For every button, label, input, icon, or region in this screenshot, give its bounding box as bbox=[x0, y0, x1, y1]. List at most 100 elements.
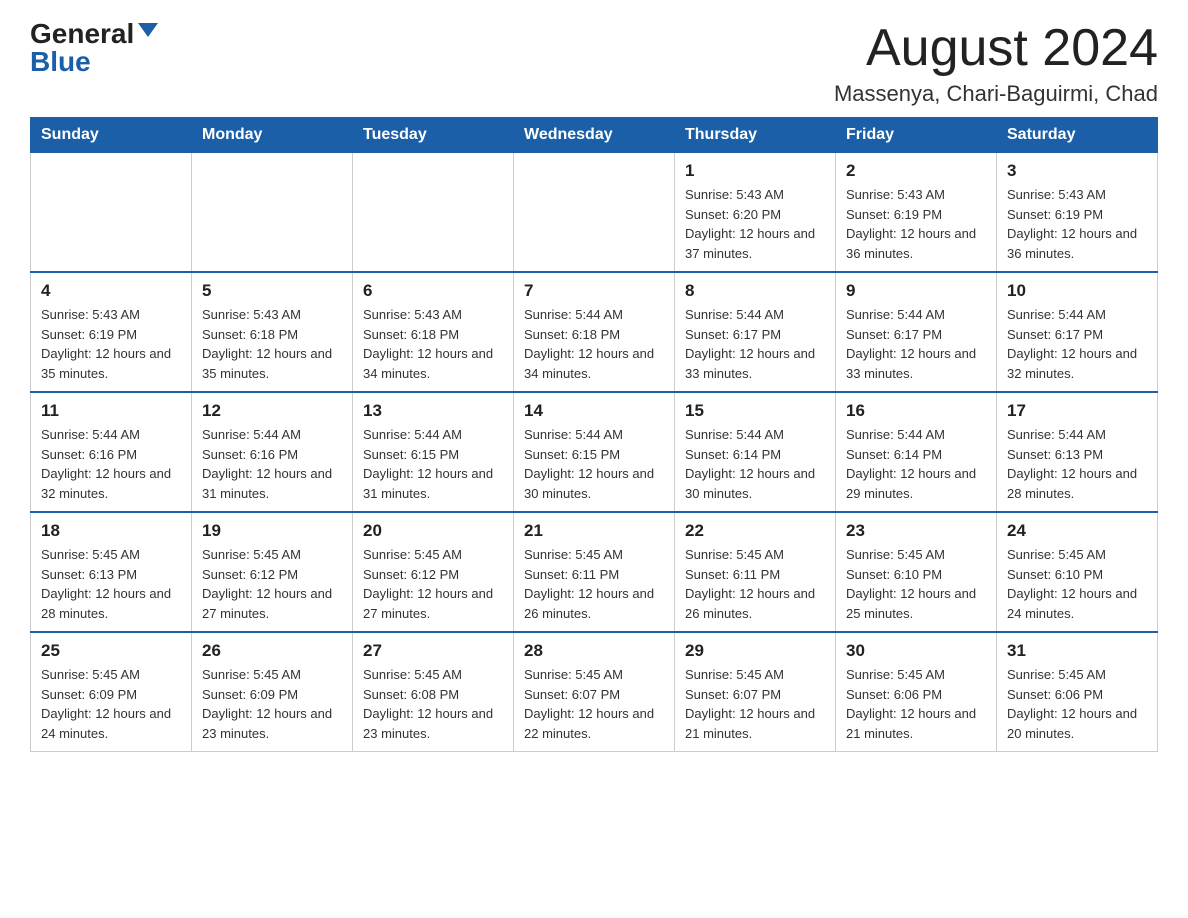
day-number: 26 bbox=[202, 641, 342, 661]
day-number: 19 bbox=[202, 521, 342, 541]
calendar-cell: 21 Sunrise: 5:45 AMSunset: 6:11 PMDayligh… bbox=[514, 512, 675, 632]
calendar-cell: 3 Sunrise: 5:43 AMSunset: 6:19 PMDaylight… bbox=[997, 153, 1158, 273]
calendar-cell: 28 Sunrise: 5:45 AMSunset: 6:07 PMDayligh… bbox=[514, 632, 675, 752]
calendar-cell: 25Sunrise: 5:45 AMSunset: 6:09 PMDayligh… bbox=[31, 632, 192, 752]
calendar-table: SundayMondayTuesdayWednesdayThursdayFrid… bbox=[30, 117, 1158, 752]
day-number: 30 bbox=[846, 641, 986, 661]
day-number: 20 bbox=[363, 521, 503, 541]
calendar-cell: 5Sunrise: 5:43 AMSunset: 6:18 PMDaylight… bbox=[192, 272, 353, 392]
calendar-cell: 6 Sunrise: 5:43 AMSunset: 6:18 PMDaylight… bbox=[353, 272, 514, 392]
calendar-cell: 30 Sunrise: 5:45 AMSunset: 6:06 PMDayligh… bbox=[836, 632, 997, 752]
day-info: Sunrise: 5:43 AMSunset: 6:19 PMDaylight:… bbox=[846, 185, 986, 263]
day-number: 25 bbox=[41, 641, 181, 661]
calendar-cell: 7 Sunrise: 5:44 AMSunset: 6:18 PMDaylight… bbox=[514, 272, 675, 392]
calendar-cell: 16 Sunrise: 5:44 AMSunset: 6:14 PMDayligh… bbox=[836, 392, 997, 512]
calendar-cell: 26 Sunrise: 5:45 AMSunset: 6:09 PMDayligh… bbox=[192, 632, 353, 752]
calendar-cell bbox=[192, 153, 353, 273]
day-info: Sunrise: 5:44 AMSunset: 6:18 PMDaylight:… bbox=[524, 305, 664, 383]
day-number: 15 bbox=[685, 401, 825, 421]
day-info: Sunrise: 5:45 AMSunset: 6:10 PMDaylight:… bbox=[1007, 545, 1147, 623]
calendar-cell: 8Sunrise: 5:44 AMSunset: 6:17 PMDaylight… bbox=[675, 272, 836, 392]
day-info: Sunrise: 5:45 AMSunset: 6:06 PMDaylight:… bbox=[1007, 665, 1147, 743]
day-info: Sunrise: 5:44 AMSunset: 6:15 PMDaylight:… bbox=[524, 425, 664, 503]
logo-blue: Blue bbox=[30, 48, 91, 76]
calendar-cell: 18 Sunrise: 5:45 AMSunset: 6:13 PMDayligh… bbox=[31, 512, 192, 632]
day-info: Sunrise: 5:45 AMSunset: 6:13 PMDaylight:… bbox=[41, 545, 181, 623]
day-info: Sunrise: 5:45 AMSunset: 6:10 PMDaylight:… bbox=[846, 545, 986, 623]
weekday-header-friday: Friday bbox=[836, 118, 997, 153]
day-info: Sunrise: 5:44 AMSunset: 6:13 PMDaylight:… bbox=[1007, 425, 1147, 503]
weekday-header-thursday: Thursday bbox=[675, 118, 836, 153]
title-block: August 2024 Massenya, Chari-Baguirmi, Ch… bbox=[834, 20, 1158, 107]
day-info: Sunrise: 5:43 AMSunset: 6:19 PMDaylight:… bbox=[1007, 185, 1147, 263]
week-row-5: 25 Sunrise: 5:45 AMSunset: 6:09 PMDayligh… bbox=[31, 632, 1158, 752]
day-number: 12 bbox=[202, 401, 342, 421]
day-number: 23 bbox=[846, 521, 986, 541]
calendar-cell: 24 Sunrise: 5:45 AMSunset: 6:10 PMDayligh… bbox=[997, 512, 1158, 632]
day-info: Sunrise: 5:45 AMSunset: 6:06 PMDaylight:… bbox=[846, 665, 986, 743]
weekday-header-wednesday: Wednesday bbox=[514, 118, 675, 153]
calendar-cell: 12 Sunrise: 5:44 AMSunset: 6:16 PMDayligh… bbox=[192, 392, 353, 512]
day-info: Sunrise: 5:45 AMSunset: 6:12 PMDaylight:… bbox=[363, 545, 503, 623]
day-number: 10 bbox=[1007, 281, 1147, 301]
day-number: 24 bbox=[1007, 521, 1147, 541]
day-info: Sunrise: 5:44 AMSunset: 6:17 PMDaylight:… bbox=[846, 305, 986, 383]
calendar-cell: 19 Sunrise: 5:45 AMSunset: 6:12 PMDayligh… bbox=[192, 512, 353, 632]
day-number: 28 bbox=[524, 641, 664, 661]
day-number: 21 bbox=[524, 521, 664, 541]
day-info: Sunrise: 5:45 AMSunset: 6:12 PMDaylight:… bbox=[202, 545, 342, 623]
calendar-cell: 23 Sunrise: 5:45 AMSunset: 6:10 PMDayligh… bbox=[836, 512, 997, 632]
calendar-cell bbox=[31, 153, 192, 273]
calendar-cell: 17 Sunrise: 5:44 AMSunset: 6:13 PMDayligh… bbox=[997, 392, 1158, 512]
day-number: 7 bbox=[524, 281, 664, 301]
day-info: Sunrise: 5:44 AMSunset: 6:14 PMDaylight:… bbox=[846, 425, 986, 503]
day-number: 6 bbox=[363, 281, 503, 301]
day-number: 22 bbox=[685, 521, 825, 541]
calendar-cell: 20 Sunrise: 5:45 AMSunset: 6:12 PMDayligh… bbox=[353, 512, 514, 632]
day-number: 18 bbox=[41, 521, 181, 541]
day-info: Sunrise: 5:44 AMSunset: 6:16 PMDaylight:… bbox=[202, 425, 342, 503]
weekday-header-saturday: Saturday bbox=[997, 118, 1158, 153]
calendar-cell: 31 Sunrise: 5:45 AMSunset: 6:06 PMDayligh… bbox=[997, 632, 1158, 752]
weekday-header-tuesday: Tuesday bbox=[353, 118, 514, 153]
day-info: Sunrise: 5:45 AMSunset: 6:07 PMDaylight:… bbox=[524, 665, 664, 743]
logo-general: General bbox=[30, 20, 134, 48]
calendar-cell: 4Sunrise: 5:43 AMSunset: 6:19 PMDaylight… bbox=[31, 272, 192, 392]
calendar-cell: 1Sunrise: 5:43 AMSunset: 6:20 PMDaylight… bbox=[675, 153, 836, 273]
week-row-4: 18 Sunrise: 5:45 AMSunset: 6:13 PMDayligh… bbox=[31, 512, 1158, 632]
day-number: 9 bbox=[846, 281, 986, 301]
location-title: Massenya, Chari-Baguirmi, Chad bbox=[834, 81, 1158, 107]
calendar-cell: 13Sunrise: 5:44 AMSunset: 6:15 PMDayligh… bbox=[353, 392, 514, 512]
day-number: 8 bbox=[685, 281, 825, 301]
calendar-cell: 9 Sunrise: 5:44 AMSunset: 6:17 PMDaylight… bbox=[836, 272, 997, 392]
day-number: 16 bbox=[846, 401, 986, 421]
day-number: 27 bbox=[363, 641, 503, 661]
logo-triangle-icon bbox=[138, 23, 158, 37]
calendar-cell: 29Sunrise: 5:45 AMSunset: 6:07 PMDayligh… bbox=[675, 632, 836, 752]
day-number: 2 bbox=[846, 161, 986, 181]
weekday-header-row: SundayMondayTuesdayWednesdayThursdayFrid… bbox=[31, 118, 1158, 153]
calendar-cell bbox=[353, 153, 514, 273]
calendar-cell: 2 Sunrise: 5:43 AMSunset: 6:19 PMDaylight… bbox=[836, 153, 997, 273]
day-number: 17 bbox=[1007, 401, 1147, 421]
calendar-cell bbox=[514, 153, 675, 273]
calendar-cell: 15 Sunrise: 5:44 AMSunset: 6:14 PMDayligh… bbox=[675, 392, 836, 512]
day-info: Sunrise: 5:44 AMSunset: 6:14 PMDaylight:… bbox=[685, 425, 825, 503]
day-info: Sunrise: 5:45 AMSunset: 6:09 PMDaylight:… bbox=[202, 665, 342, 743]
day-info: Sunrise: 5:45 AMSunset: 6:07 PMDaylight:… bbox=[685, 665, 825, 743]
page-header: General Blue August 2024 Massenya, Chari… bbox=[30, 20, 1158, 107]
day-info: Sunrise: 5:44 AMSunset: 6:15 PMDaylight:… bbox=[363, 425, 503, 503]
calendar-cell: 11Sunrise: 5:44 AMSunset: 6:16 PMDayligh… bbox=[31, 392, 192, 512]
day-info: Sunrise: 5:45 AMSunset: 6:08 PMDaylight:… bbox=[363, 665, 503, 743]
day-info: Sunrise: 5:45 AMSunset: 6:11 PMDaylight:… bbox=[685, 545, 825, 623]
day-number: 31 bbox=[1007, 641, 1147, 661]
calendar-cell: 27 Sunrise: 5:45 AMSunset: 6:08 PMDayligh… bbox=[353, 632, 514, 752]
day-number: 3 bbox=[1007, 161, 1147, 181]
calendar-cell: 22 Sunrise: 5:45 AMSunset: 6:11 PMDayligh… bbox=[675, 512, 836, 632]
month-title: August 2024 bbox=[834, 20, 1158, 77]
day-info: Sunrise: 5:45 AMSunset: 6:11 PMDaylight:… bbox=[524, 545, 664, 623]
day-info: Sunrise: 5:44 AMSunset: 6:16 PMDaylight:… bbox=[41, 425, 181, 503]
day-number: 1 bbox=[685, 161, 825, 181]
day-info: Sunrise: 5:43 AMSunset: 6:19 PMDaylight:… bbox=[41, 305, 181, 383]
day-info: Sunrise: 5:43 AMSunset: 6:18 PMDaylight:… bbox=[363, 305, 503, 383]
